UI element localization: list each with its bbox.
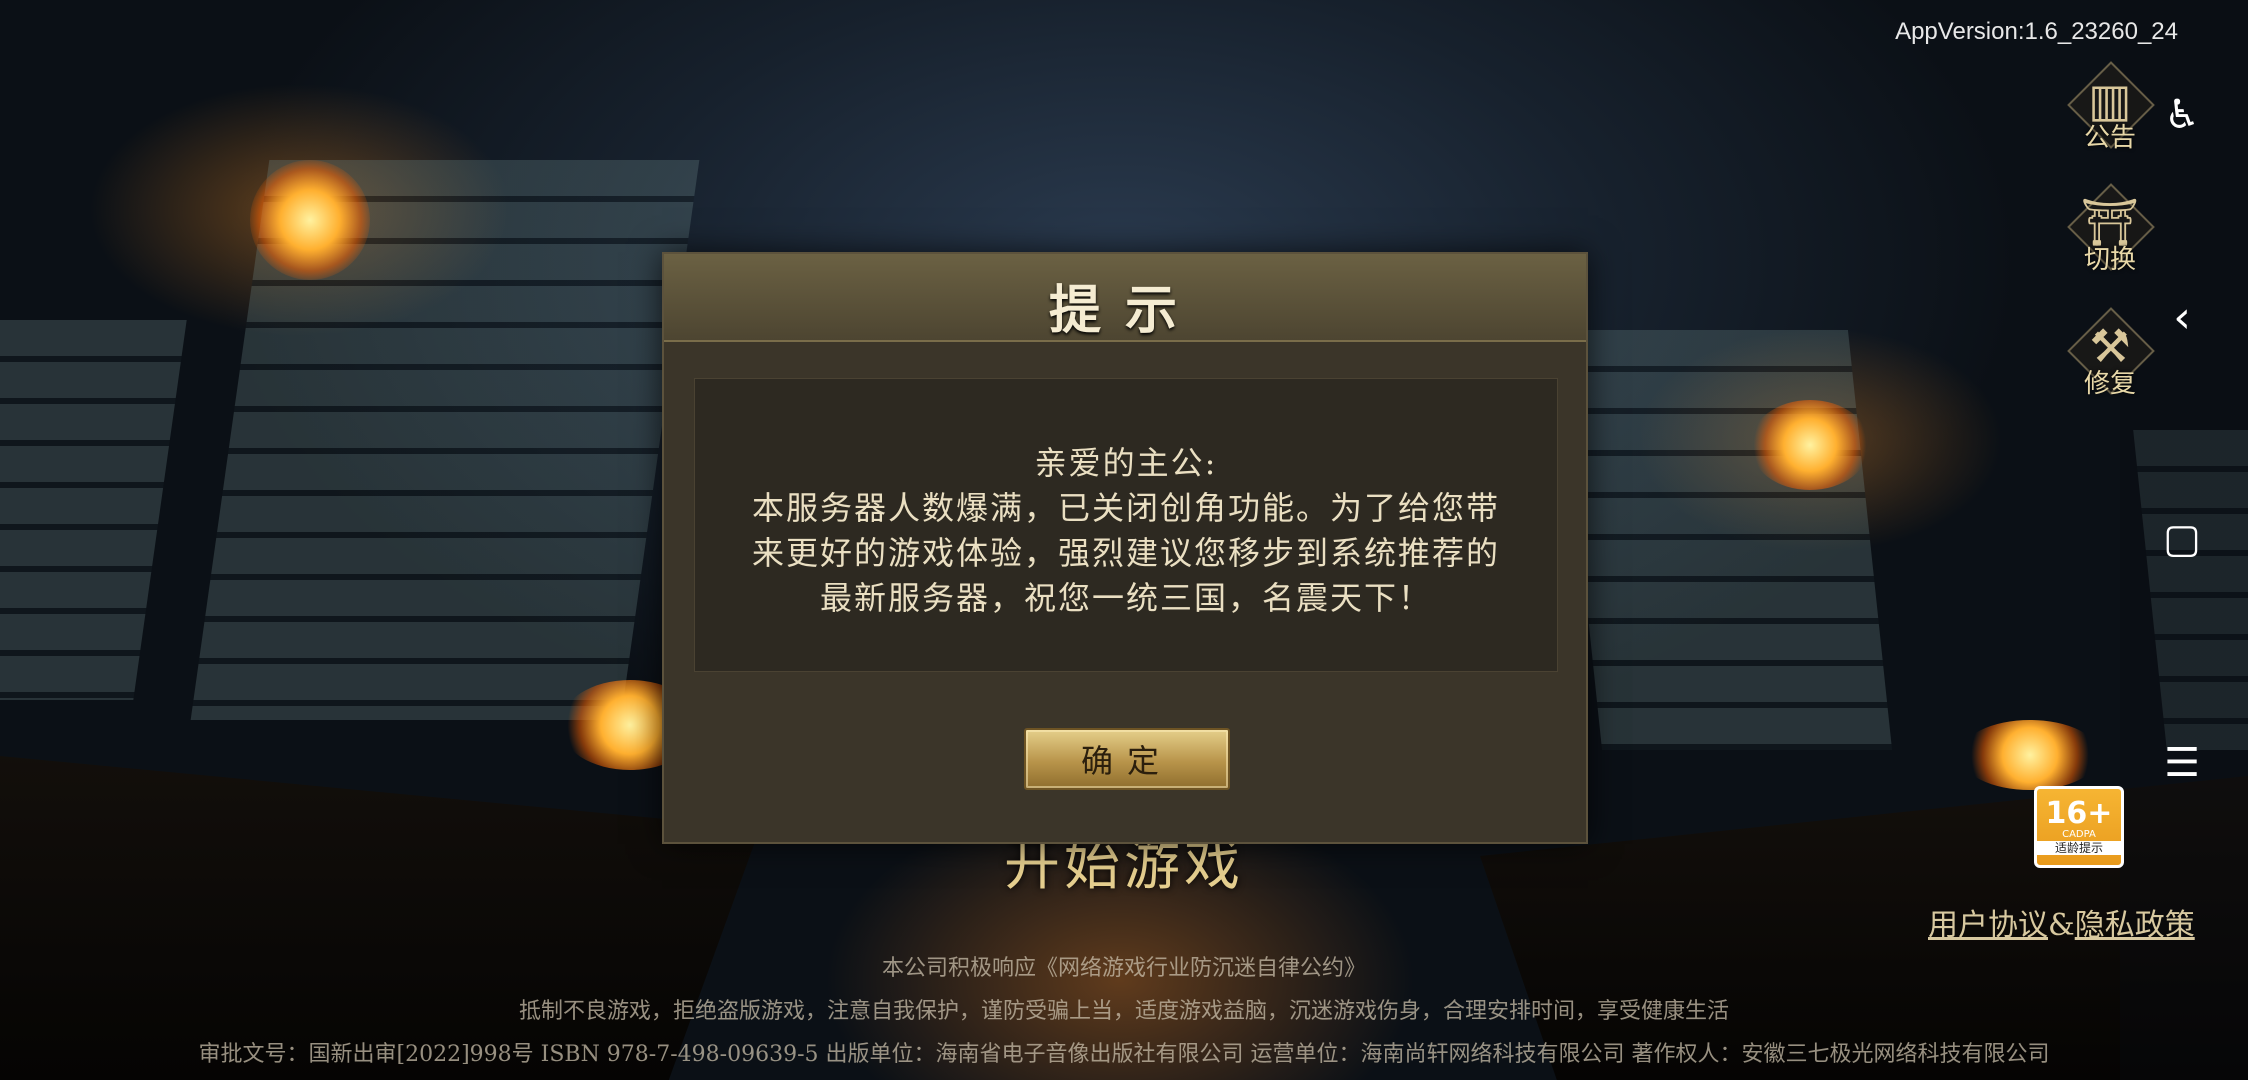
ship-sail-left-far <box>0 320 187 700</box>
message-line: 来更好的游戏体验，强烈建议您移步到系统推荐的 <box>751 534 1500 572</box>
message-line: 本服务器人数爆满，已关闭创角功能。为了给您带 <box>751 489 1500 527</box>
user-agreement-link[interactable]: 用户协议 <box>1928 908 2048 943</box>
health-gaming-notice: 抵制不良游戏，拒绝盗版游戏，注意自我保护，谨防受骗上当，适度游戏益脑，沉迷游戏伤… <box>518 999 1729 1024</box>
ampersand: & <box>2048 908 2075 943</box>
back-chevron-icon[interactable]: ‹ <box>2160 292 2204 343</box>
announcement-button[interactable]: ▥ 公告 <box>2067 61 2155 154</box>
switch-server-button[interactable]: ⛩ 切换 <box>2067 183 2155 276</box>
privacy-policy-link[interactable]: 隐私政策 <box>2075 908 2195 943</box>
policy-links: 用户协议&隐私政策 <box>1928 900 2195 944</box>
age-rating-org: CADPA <box>2062 829 2096 840</box>
message-greeting: 亲爱的主公: <box>1034 444 1218 482</box>
repair-label: 修复 <box>2083 369 2136 399</box>
confirm-button[interactable]: 确定 <box>1024 728 1230 790</box>
dialog-title: 提示 <box>1048 280 1201 341</box>
ship-sail-right <box>1557 330 1893 750</box>
age-rating-tip: 适龄提示 <box>2037 841 2121 855</box>
app-version-label: AppVersion:1.6_23260_24 <box>1895 18 2178 45</box>
game-login-screen: AppVersion:1.6_23260_24 ▥ 公告 ⛩ 切换 ⚒ 修复 ♿… <box>0 0 2248 1080</box>
ship-hull-left <box>0 756 760 1080</box>
dialog-header: 提示 <box>664 254 1586 342</box>
notice-dialog: 提示 亲爱的主公: 本服务器人数爆满，已关闭创角功能。为了给您带 来更好的游戏体… <box>662 252 1588 844</box>
publishing-info: 审批文号：国新出审[2022]998号 ISBN 978-7-498-09639… <box>198 1042 2050 1067</box>
dialog-message: 亲爱的主公: 本服务器人数爆满，已关闭创角功能。为了给您带 来更好的游戏体验，强… <box>695 441 1557 621</box>
age-rating-badge[interactable]: 16+ CADPA 适龄提示 <box>2034 786 2124 868</box>
dialog-message-box: 亲爱的主公: 本服务器人数爆满，已关闭创角功能。为了给您带 来更好的游戏体验，强… <box>694 378 1558 672</box>
announcement-label: 公告 <box>2083 123 2136 153</box>
fire-glow <box>250 160 370 280</box>
message-line: 最新服务器，祝您一统三国，名震天下！ <box>819 579 1432 617</box>
repair-button[interactable]: ⚒ 修复 <box>2067 307 2155 400</box>
accessibility-icon[interactable]: ♿ <box>2160 92 2204 138</box>
menu-lines-icon[interactable]: ☰ <box>2160 740 2204 786</box>
anti-addiction-notice: 本公司积极响应《网络游戏行业防沉迷自律公约》 <box>881 956 1366 981</box>
switch-label: 切换 <box>2083 245 2136 275</box>
fire-glow <box>1960 720 2100 790</box>
age-rating-value: 16+ <box>2045 796 2113 831</box>
home-square-icon[interactable]: ▢ <box>2160 516 2204 562</box>
fire-glow <box>1750 400 1870 490</box>
